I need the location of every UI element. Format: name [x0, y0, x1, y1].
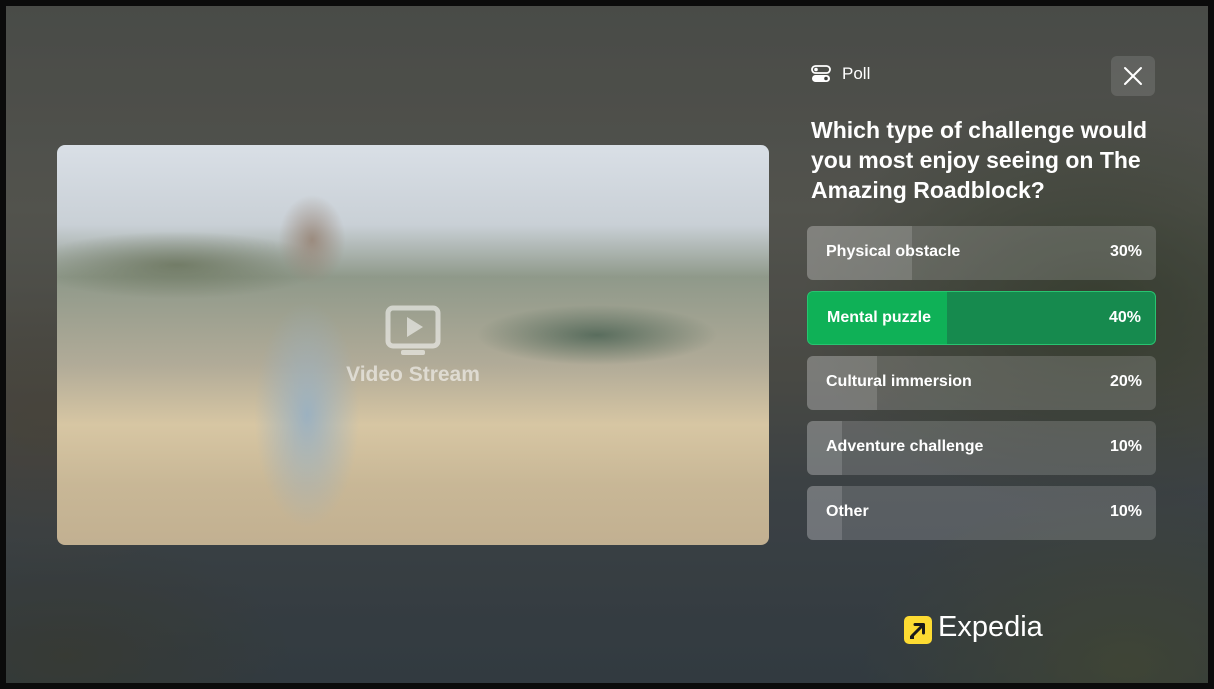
option-label: Cultural immersion	[826, 373, 972, 390]
poll-header: Poll	[807, 56, 1156, 96]
poll-panel: Poll Which type of challenge would you m…	[807, 56, 1156, 540]
poll-option-adventure-challenge[interactable]: Adventure challenge 10%	[807, 421, 1156, 475]
option-percentage: 40%	[1108, 309, 1141, 326]
close-poll-button[interactable]	[1111, 56, 1155, 96]
poll-option-other[interactable]: Other 10%	[807, 486, 1156, 540]
poll-option-physical-obstacle[interactable]: Physical obstacle 30%	[807, 226, 1156, 280]
poll-title: Poll	[842, 64, 871, 83]
toggle-poll-icon	[811, 65, 831, 82]
video-stream-player[interactable]: Video Stream	[57, 145, 769, 545]
video-stream-label: Video Stream	[346, 363, 480, 386]
option-percentage: 30%	[1109, 243, 1142, 260]
poll-option-cultural-immersion[interactable]: Cultural immersion 20%	[807, 356, 1156, 410]
expedia-arrow-icon	[904, 616, 932, 644]
brand-name: Expedia	[938, 611, 1043, 643]
option-label: Other	[826, 503, 869, 520]
video-placeholder: Video Stream	[57, 305, 769, 387]
option-label: Adventure challenge	[826, 438, 984, 455]
option-label: Physical obstacle	[826, 243, 961, 260]
option-percentage: 10%	[1109, 438, 1142, 455]
play-screen-icon	[385, 305, 441, 355]
app-frame: Video Stream Poll Which type of challeng…	[0, 0, 1214, 689]
poll-option-mental-puzzle[interactable]: Mental puzzle 40%	[807, 291, 1156, 345]
close-icon	[1124, 67, 1142, 85]
poll-question: Which type of challenge would you most e…	[811, 117, 1148, 203]
option-percentage: 10%	[1109, 503, 1142, 520]
option-label: Mental puzzle	[827, 309, 932, 326]
option-percentage: 20%	[1109, 373, 1142, 390]
